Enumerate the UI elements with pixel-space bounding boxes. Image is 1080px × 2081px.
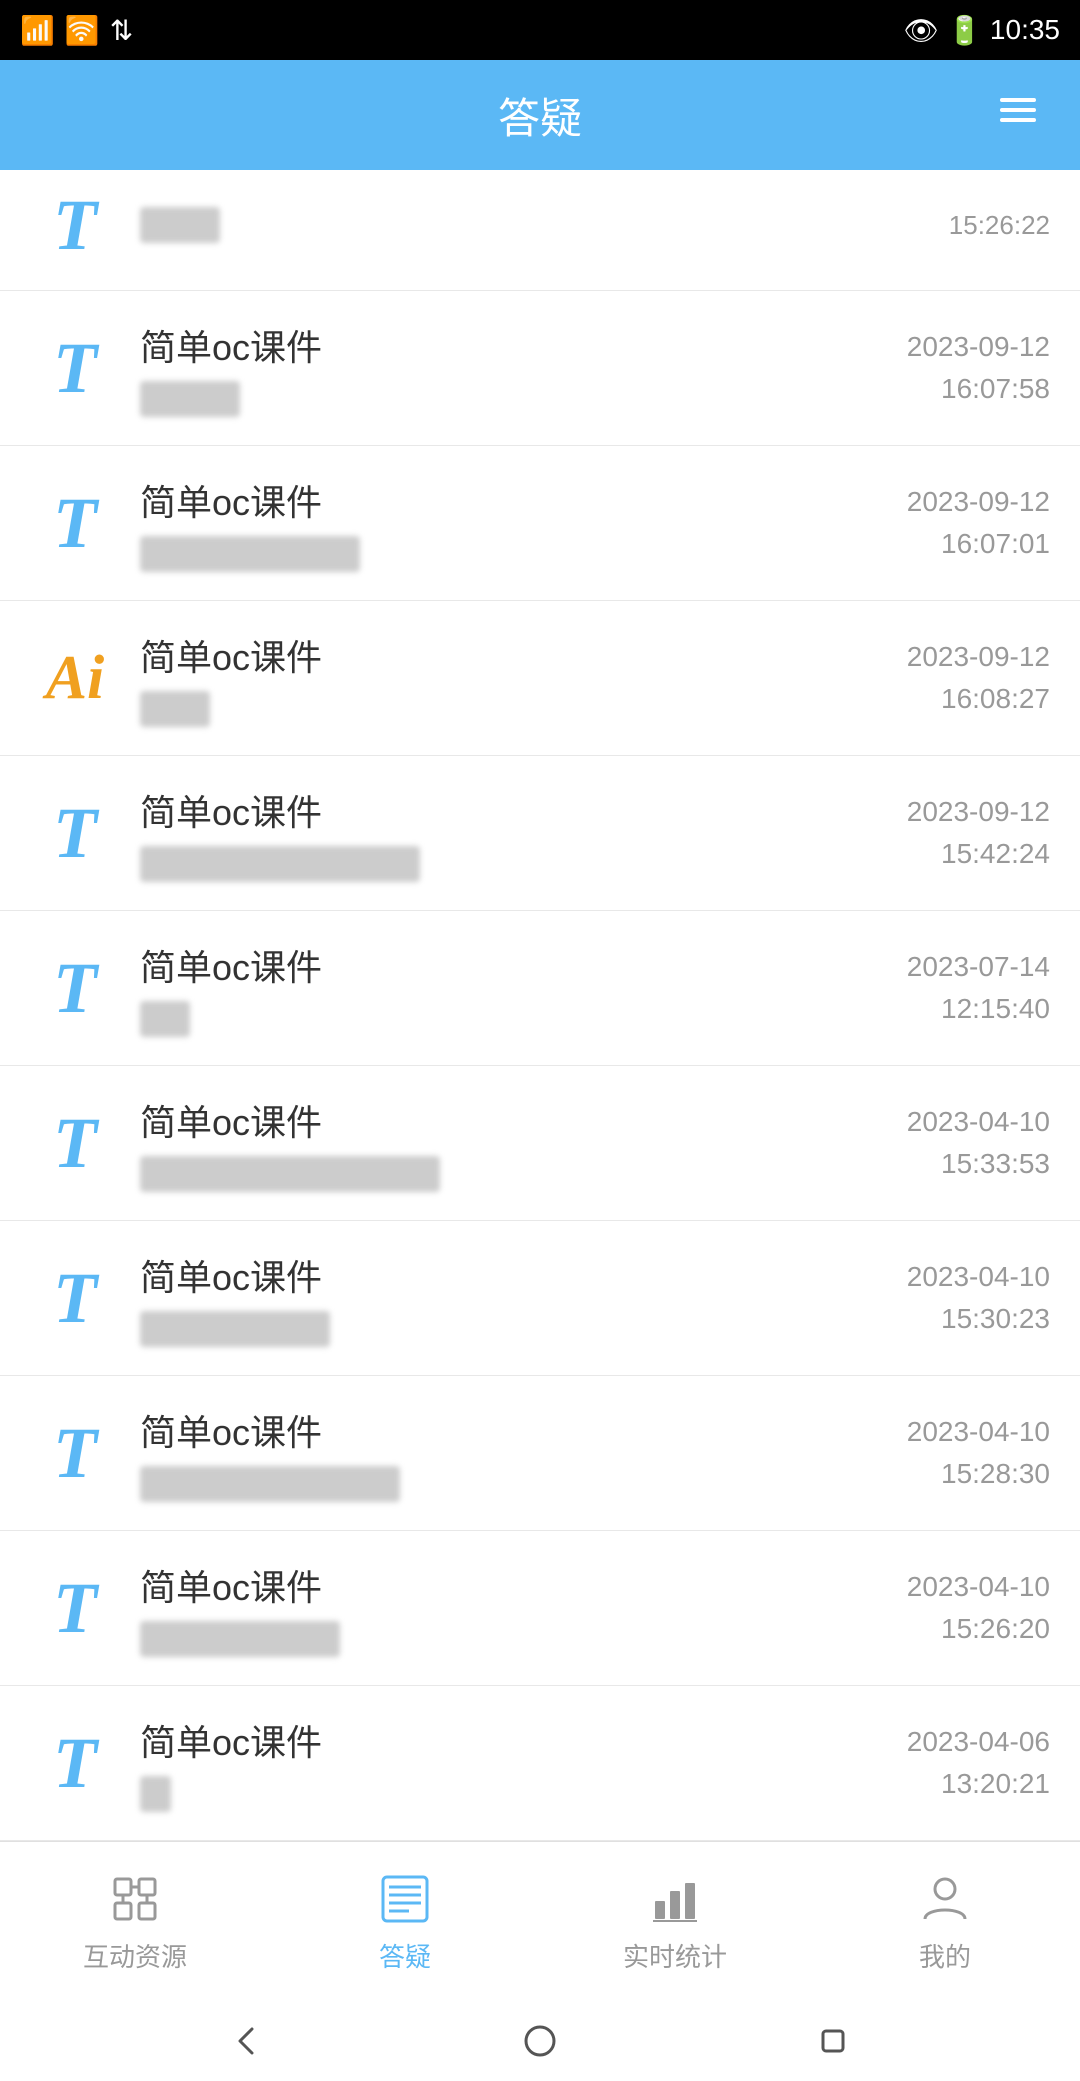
item-icon-t: T <box>30 788 120 878</box>
item-icon-t: T <box>30 1098 120 1188</box>
item-date: 2023-09-1216:08:27 <box>907 636 1050 720</box>
page-title: 答疑 <box>498 85 582 146</box>
item-title: 简单oc课件 <box>140 939 907 991</box>
item-icon-t: T <box>30 323 120 413</box>
list-container: T 15:26:22 T 简单oc课件 2023-09-1216:07:58 T <box>0 170 1080 1841</box>
item-title: 简单oc课件 <box>140 1249 907 1301</box>
menu-button[interactable] <box>996 88 1040 143</box>
item-icon-t: T <box>30 1718 120 1808</box>
recent-button[interactable] <box>808 2016 858 2066</box>
item-icon-t: T <box>30 943 120 1033</box>
item-date: 2023-09-1216:07:58 <box>907 326 1050 410</box>
nav-item-mine[interactable]: 我的 <box>810 1869 1080 1974</box>
item-date: 2023-04-1015:30:23 <box>907 1256 1050 1340</box>
item-date: 2023-04-1015:26:20 <box>907 1566 1050 1650</box>
nav-label-mine: 我的 <box>919 1937 971 1974</box>
qa-icon <box>379 1873 431 1925</box>
nav-label-stats: 实时统计 <box>623 1937 727 1974</box>
item-title: 简单oc课件 <box>140 629 907 681</box>
item-date: 2023-07-1412:15:40 <box>907 946 1050 1030</box>
wifi-icon: 🛜 <box>65 14 100 47</box>
nav-item-interactive[interactable]: 互动资源 <box>0 1869 270 1974</box>
interactive-icon <box>109 1873 161 1925</box>
item-title: 简单oc课件 <box>140 784 907 836</box>
home-button[interactable] <box>515 2016 565 2066</box>
list-item[interactable]: T 简单oc课件 2023-09-1216:07:01 <box>0 446 1080 601</box>
data-icon: ⇅ <box>110 14 133 47</box>
item-icon-ai: Ai <box>30 633 120 723</box>
nav-label-qa: 答疑 <box>379 1937 431 1974</box>
item-icon-t: T <box>30 180 120 270</box>
eye-icon: 👁 <box>904 14 940 47</box>
list-item[interactable]: T 简单oc课件 2023-09-1216:07:58 <box>0 291 1080 446</box>
list-item[interactable]: Ai 简单oc课件 2023-09-1216:08:27 <box>0 601 1080 756</box>
list-item[interactable]: T 15:26:22 <box>0 170 1080 291</box>
list-item[interactable]: T 简单oc课件 2023-04-1015:33:53 <box>0 1066 1080 1221</box>
nav-item-qa[interactable]: 答疑 <box>270 1869 540 1974</box>
item-title: 简单oc课件 <box>140 1714 907 1766</box>
battery-icon: 🔋 <box>947 14 982 47</box>
signal-icon: 📶 <box>20 14 55 47</box>
time-display: 10:35 <box>990 14 1060 46</box>
header: 答疑 <box>0 60 1080 170</box>
item-icon-t: T <box>30 1253 120 1343</box>
status-left: 📶 🛜 ⇅ <box>20 14 133 47</box>
status-bar: 📶 🛜 ⇅ 👁 🔋 10:35 <box>0 0 1080 60</box>
list-item[interactable]: T 简单oc课件 2023-04-0613:20:21 <box>0 1686 1080 1841</box>
list-item[interactable]: T 简单oc课件 2023-04-1015:30:23 <box>0 1221 1080 1376</box>
list-item[interactable]: T 简单oc课件 2023-07-1412:15:40 <box>0 911 1080 1066</box>
item-date: 2023-04-1015:33:53 <box>907 1101 1050 1185</box>
item-date: 15:26:22 <box>949 206 1050 245</box>
item-title: 简单oc课件 <box>140 474 907 526</box>
item-title <box>140 207 949 243</box>
item-icon-t: T <box>30 1563 120 1653</box>
item-title: 简单oc课件 <box>140 1094 907 1146</box>
list-item[interactable]: T 简单oc课件 2023-04-1015:26:20 <box>0 1531 1080 1686</box>
list-item[interactable]: T 简单oc课件 2023-04-1015:28:30 <box>0 1376 1080 1531</box>
item-title: 简单oc课件 <box>140 1559 907 1611</box>
nav-label-interactive: 互动资源 <box>83 1937 187 1974</box>
item-date: 2023-09-1216:07:01 <box>907 481 1050 565</box>
item-icon-t: T <box>30 1408 120 1498</box>
item-date: 2023-04-0613:20:21 <box>907 1721 1050 1805</box>
list-item[interactable]: T 简单oc课件 2023-09-1215:42:24 <box>0 756 1080 911</box>
back-button[interactable] <box>222 2016 272 2066</box>
mine-icon <box>919 1873 971 1925</box>
item-date: 2023-04-1015:28:30 <box>907 1411 1050 1495</box>
item-title: 简单oc课件 <box>140 319 907 371</box>
item-date: 2023-09-1215:42:24 <box>907 791 1050 875</box>
item-title: 简单oc课件 <box>140 1404 907 1456</box>
item-icon-t: T <box>30 478 120 568</box>
android-nav <box>0 2001 1080 2081</box>
stats-icon <box>649 1873 701 1925</box>
bottom-nav: 互动资源 答疑 实时统计 <box>0 1841 1080 2001</box>
status-right: 👁 🔋 10:35 <box>904 14 1061 47</box>
nav-item-stats[interactable]: 实时统计 <box>540 1869 810 1974</box>
